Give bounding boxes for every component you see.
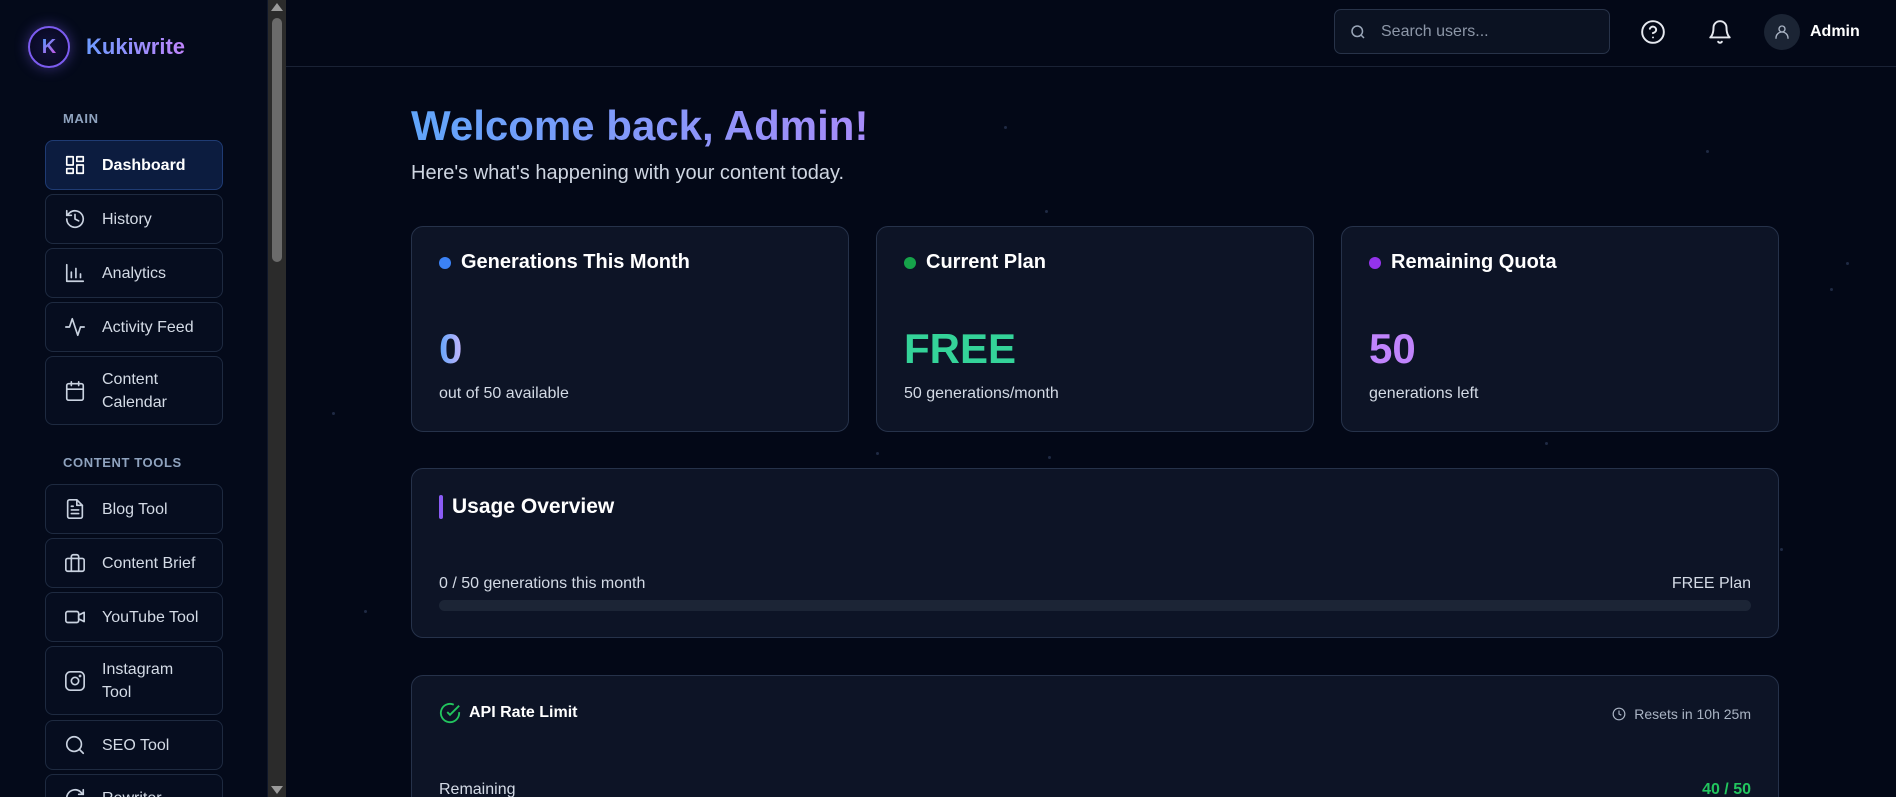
decorative-dot bbox=[332, 412, 335, 415]
stat-subtext: out of 50 available bbox=[439, 385, 569, 402]
sidebar-item-label: Content Calendar bbox=[102, 370, 167, 411]
api-title: API Rate Limit bbox=[439, 702, 577, 724]
sidebar-item-content-calendar[interactable]: Content Calendar bbox=[45, 356, 223, 425]
scroll-up-arrow-icon[interactable] bbox=[271, 3, 283, 11]
sidebar-item-history[interactable]: History bbox=[45, 194, 223, 244]
stat-subtext: 50 generations/month bbox=[904, 385, 1059, 402]
instagram-icon bbox=[64, 670, 86, 692]
user-icon bbox=[1775, 25, 1789, 39]
sidebar-item-label: Dashboard bbox=[102, 156, 186, 174]
decorative-dot bbox=[1846, 262, 1849, 265]
stat-card-generations: Generations This Month 0 out of 50 avail… bbox=[411, 226, 849, 432]
decorative-dot bbox=[1045, 210, 1048, 213]
search-box[interactable] bbox=[1334, 9, 1610, 54]
stat-value: FREE bbox=[904, 325, 1017, 372]
sidebar-item-label: Activity Feed bbox=[102, 318, 194, 336]
sidebar-item-instagram-tool[interactable]: Instagram Tool bbox=[45, 646, 223, 715]
activity-icon bbox=[64, 316, 86, 338]
briefcase-icon bbox=[64, 552, 86, 574]
analytics-icon bbox=[64, 262, 86, 284]
section-label-main: MAIN bbox=[63, 111, 99, 126]
sidebar-item-label: Instagram Tool bbox=[102, 660, 174, 701]
status-dot bbox=[439, 256, 451, 269]
topbar: Admin bbox=[286, 0, 1896, 67]
sidebar-item-label: YouTube Tool bbox=[102, 608, 199, 626]
clock-icon bbox=[1612, 707, 1626, 721]
brand[interactable]: K Kukiwrite bbox=[28, 26, 185, 68]
status-dot bbox=[1369, 256, 1381, 269]
sidebar-item-dashboard[interactable]: Dashboard bbox=[45, 140, 223, 190]
usage-plan: FREE Plan bbox=[1671, 575, 1751, 592]
api-remaining-label: Remaining bbox=[439, 781, 516, 797]
page-subtitle: Here's what's happening with your conten… bbox=[411, 162, 845, 184]
decorative-dot bbox=[1545, 442, 1548, 445]
stat-value: 50 bbox=[1369, 325, 1416, 372]
decorative-dot bbox=[1706, 150, 1709, 153]
search-icon bbox=[1351, 24, 1365, 39]
sidebar-item-seo-tool[interactable]: SEO Tool bbox=[45, 720, 223, 770]
sidebar-item-content-brief[interactable]: Content Brief bbox=[45, 538, 223, 588]
stat-title: Generations This Month bbox=[439, 251, 690, 274]
sidebar-item-label: SEO Tool bbox=[102, 736, 170, 754]
sidebar-item-label: Blog Tool bbox=[102, 500, 168, 518]
stat-card-remaining-quota: Remaining Quota 50 generations left bbox=[1341, 226, 1779, 432]
document-icon bbox=[64, 498, 86, 520]
brand-logo: K bbox=[28, 26, 70, 68]
decorative-dot bbox=[876, 452, 879, 455]
bell-icon[interactable] bbox=[1707, 19, 1733, 45]
decorative-dot bbox=[1048, 456, 1051, 459]
stat-value: 0 bbox=[439, 325, 463, 372]
dashboard-icon bbox=[64, 154, 86, 176]
video-icon bbox=[64, 606, 86, 628]
sidebar-item-label: Analytics bbox=[102, 264, 167, 282]
api-remaining-count: 40 / 50 bbox=[1702, 781, 1751, 797]
avatar bbox=[1764, 14, 1800, 50]
scroll-thumb[interactable] bbox=[272, 18, 282, 262]
user-name: Admin bbox=[1810, 23, 1860, 40]
search-input[interactable] bbox=[1381, 22, 1601, 41]
scroll-down-arrow-icon[interactable] bbox=[271, 786, 283, 794]
sidebar-item-rewriter[interactable]: Rewriter bbox=[45, 774, 223, 797]
brand-name: Kukiwrite bbox=[86, 34, 186, 59]
usage-progress-bar bbox=[439, 600, 1751, 611]
api-reset-timer: Resets in 10h 25m bbox=[1612, 706, 1751, 722]
sidebar-item-label: History bbox=[102, 210, 152, 228]
sidebar-item-label: Rewriter bbox=[102, 787, 162, 797]
sidebar-item-label: Content Brief bbox=[102, 554, 196, 572]
decorative-dot bbox=[364, 610, 367, 613]
usage-count: 0 / 50 generations this month bbox=[439, 575, 646, 592]
calendar-icon bbox=[64, 380, 86, 402]
sidebar-item-blog-tool[interactable]: Blog Tool bbox=[45, 484, 223, 534]
stat-title: Current Plan bbox=[904, 251, 1046, 274]
usage-title: Usage Overview bbox=[439, 495, 614, 519]
sidebar-item-analytics[interactable]: Analytics bbox=[45, 248, 223, 298]
sidebar-scrollbar[interactable] bbox=[268, 0, 286, 797]
user-menu[interactable]: Admin bbox=[1764, 14, 1860, 50]
stat-card-current-plan: Current Plan FREE 50 generations/month bbox=[876, 226, 1314, 432]
sidebar-item-youtube-tool[interactable]: YouTube Tool bbox=[45, 592, 223, 642]
section-label-content-tools: CONTENT TOOLS bbox=[63, 455, 182, 470]
page-title: Welcome back, Admin! bbox=[411, 102, 869, 149]
decorative-dot bbox=[1830, 288, 1833, 291]
decorative-dot bbox=[1780, 548, 1783, 551]
accent-bar bbox=[439, 495, 443, 519]
check-circle-icon bbox=[439, 702, 461, 724]
api-rate-limit-card: API Rate Limit Resets in 10h 25m Remaini… bbox=[411, 675, 1779, 797]
sidebar: K Kukiwrite MAIN Dashboard History Analy… bbox=[0, 0, 268, 797]
status-dot bbox=[904, 256, 916, 269]
sidebar-item-activity-feed[interactable]: Activity Feed bbox=[45, 302, 223, 352]
history-icon bbox=[64, 208, 86, 230]
refresh-icon bbox=[64, 787, 86, 797]
help-icon[interactable] bbox=[1640, 19, 1666, 45]
stat-title: Remaining Quota bbox=[1369, 251, 1557, 274]
search-icon bbox=[64, 734, 86, 756]
stat-subtext: generations left bbox=[1369, 385, 1479, 402]
usage-overview-card: Usage Overview 0 / 50 generations this m… bbox=[411, 468, 1779, 638]
decorative-dot bbox=[1004, 126, 1007, 129]
